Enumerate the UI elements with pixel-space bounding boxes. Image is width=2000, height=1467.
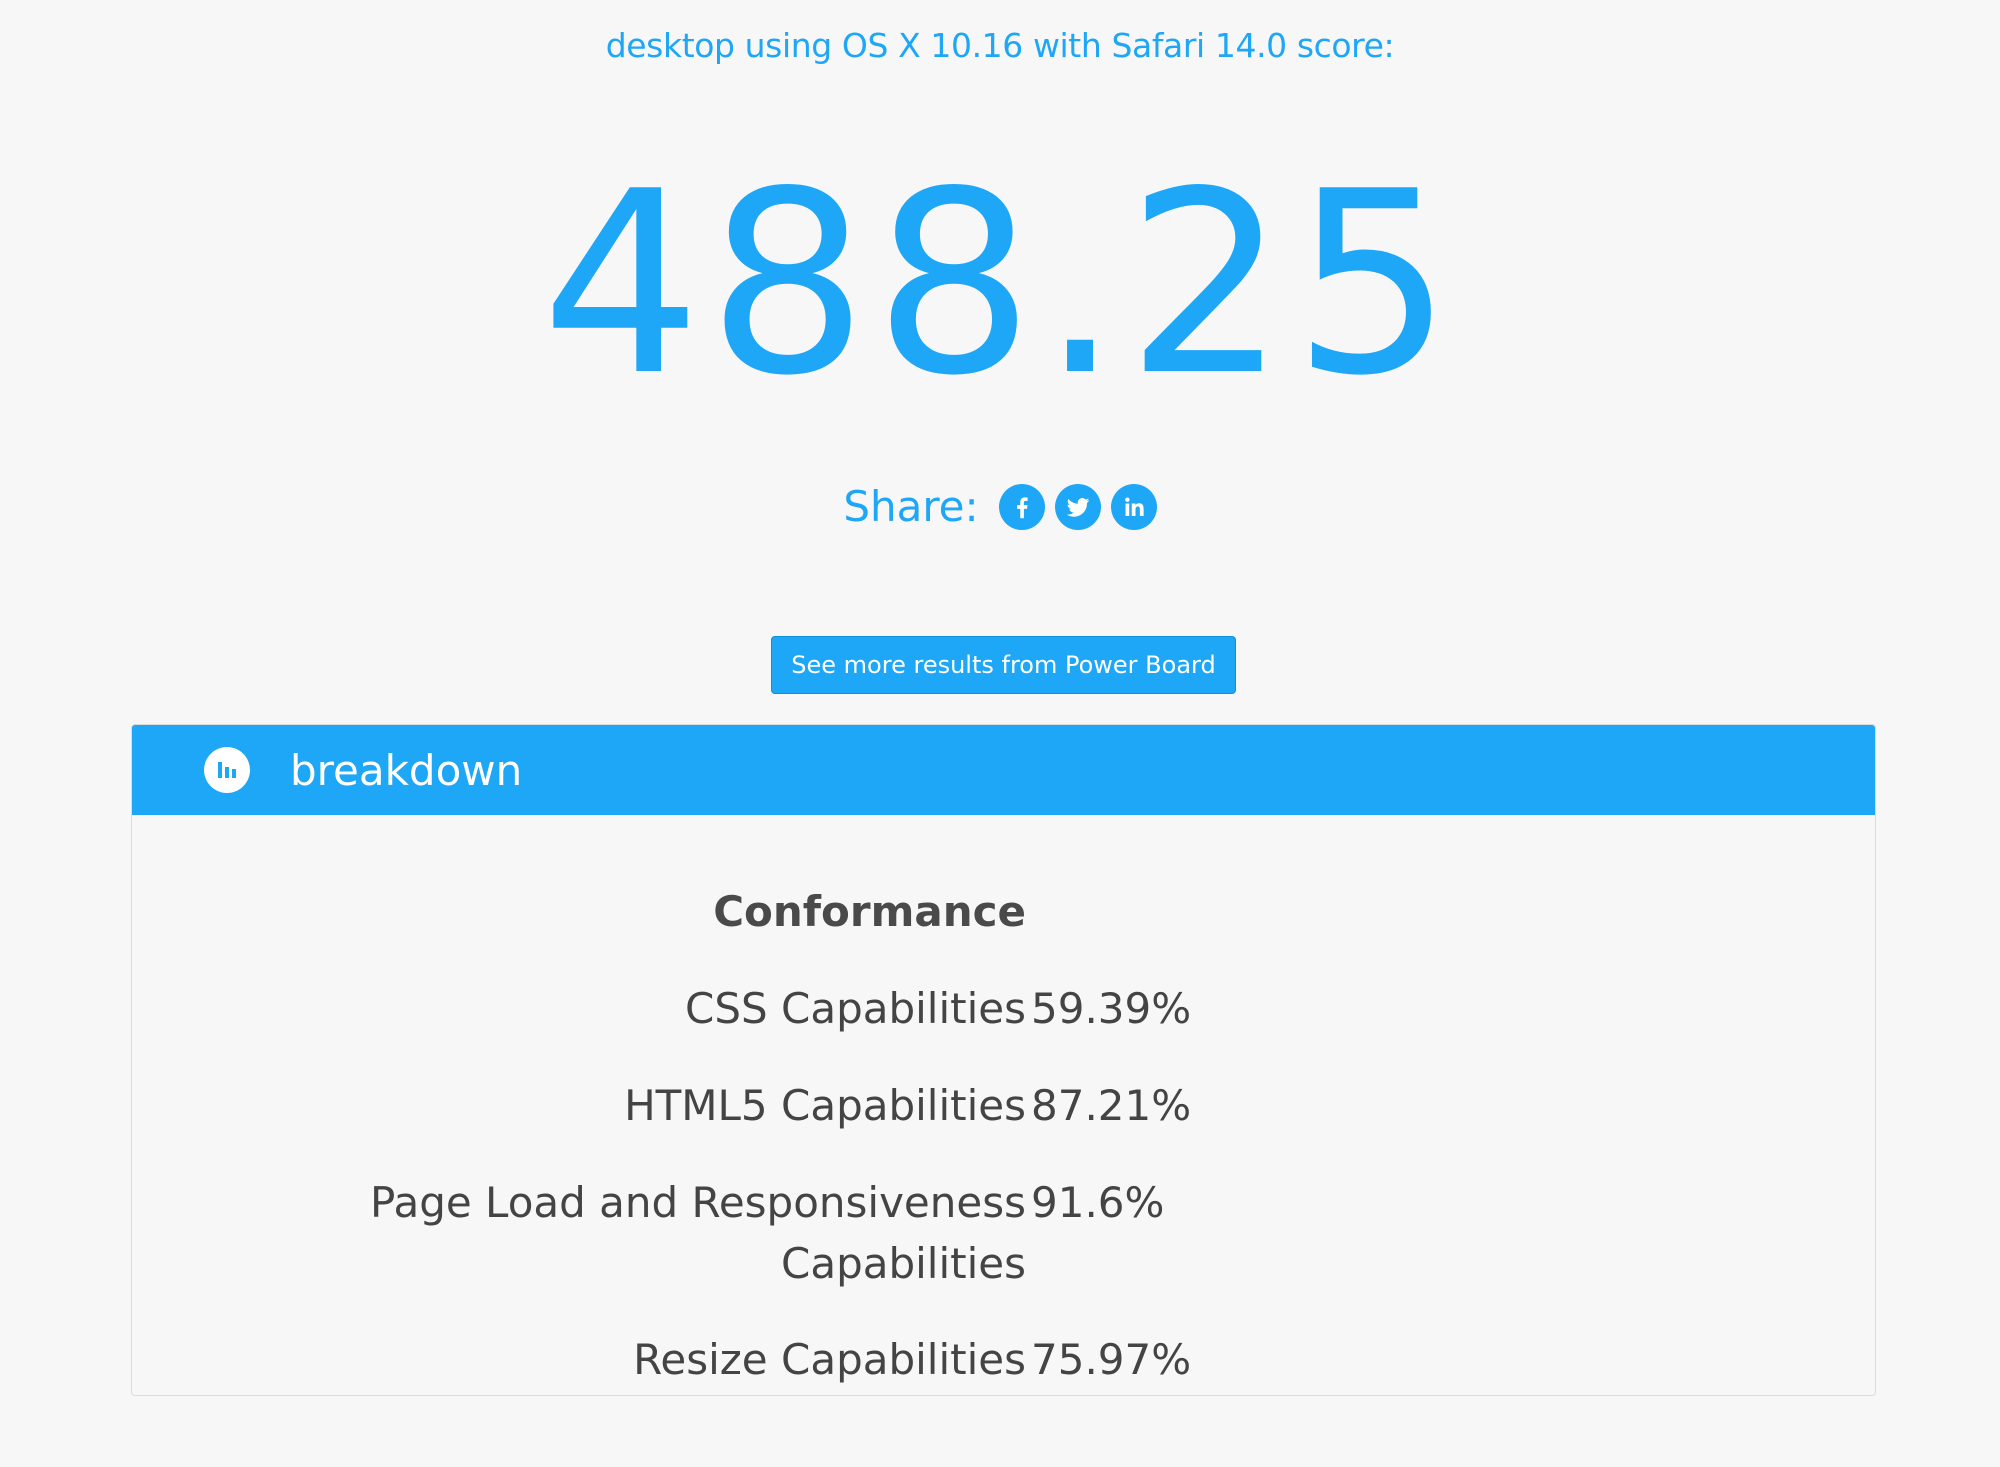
twitter-icon[interactable] — [1054, 483, 1101, 530]
row-label: CSS Capabilities — [685, 984, 1026, 1033]
row-value: 87.21% — [1031, 1081, 1192, 1130]
row-label: Resize Capabilities — [633, 1335, 1026, 1384]
linkedin-icon[interactable] — [1110, 483, 1157, 530]
conformance-heading: Conformance — [713, 887, 1026, 936]
bar-chart-icon — [204, 747, 250, 793]
row-value: 91.6% — [1031, 1178, 1165, 1227]
breakdown-panel: breakdown Conformance CSS Capabilities 5… — [131, 724, 1876, 1396]
row-value: 75.97% — [1031, 1335, 1192, 1384]
row-value: 59.39% — [1031, 984, 1192, 1033]
score-subtitle: desktop using OS X 10.16 with Safari 14.… — [605, 26, 1395, 65]
breakdown-title: breakdown — [290, 745, 523, 795]
share-bar: Share: — [0, 482, 2000, 531]
facebook-icon[interactable] — [998, 483, 1045, 530]
score-value: 488.25 — [541, 138, 1459, 431]
row-label: HTML5 Capabilities — [624, 1081, 1026, 1130]
row-label: Page Load and Responsiveness Capabilitie… — [370, 1178, 1026, 1288]
see-more-results-button[interactable]: See more results from Power Board — [771, 636, 1236, 694]
breakdown-header[interactable]: breakdown — [132, 725, 1875, 815]
share-label: Share: — [843, 482, 979, 531]
